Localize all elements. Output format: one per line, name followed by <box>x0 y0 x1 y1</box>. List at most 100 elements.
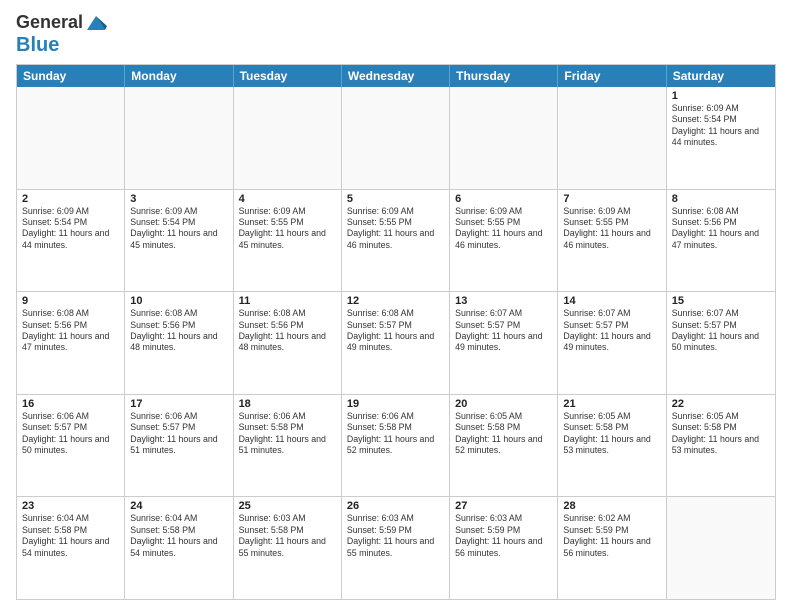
cell-info: Sunrise: 6:09 AMSunset: 5:54 PMDaylight:… <box>672 103 770 149</box>
day-number: 16 <box>22 398 119 410</box>
day-number: 27 <box>455 500 552 512</box>
header: General Blue <box>16 12 776 56</box>
cell-info: Sunrise: 6:05 AMSunset: 5:58 PMDaylight:… <box>563 411 660 457</box>
calendar-cell <box>234 87 342 189</box>
calendar-cell: 23Sunrise: 6:04 AMSunset: 5:58 PMDayligh… <box>17 497 125 599</box>
cell-info: Sunrise: 6:08 AMSunset: 5:57 PMDaylight:… <box>347 308 444 354</box>
calendar-cell: 10Sunrise: 6:08 AMSunset: 5:56 PMDayligh… <box>125 292 233 394</box>
calendar-row: 23Sunrise: 6:04 AMSunset: 5:58 PMDayligh… <box>17 496 775 599</box>
calendar-row: 1Sunrise: 6:09 AMSunset: 5:54 PMDaylight… <box>17 87 775 189</box>
calendar-cell <box>558 87 666 189</box>
day-number: 20 <box>455 398 552 410</box>
calendar-cell: 25Sunrise: 6:03 AMSunset: 5:58 PMDayligh… <box>234 497 342 599</box>
cell-info: Sunrise: 6:09 AMSunset: 5:55 PMDaylight:… <box>455 206 552 252</box>
day-number: 23 <box>22 500 119 512</box>
calendar-cell: 24Sunrise: 6:04 AMSunset: 5:58 PMDayligh… <box>125 497 233 599</box>
cell-info: Sunrise: 6:07 AMSunset: 5:57 PMDaylight:… <box>672 308 770 354</box>
cell-info: Sunrise: 6:07 AMSunset: 5:57 PMDaylight:… <box>563 308 660 354</box>
calendar-cell <box>342 87 450 189</box>
weekday-header: Monday <box>125 65 233 87</box>
cell-info: Sunrise: 6:09 AMSunset: 5:55 PMDaylight:… <box>347 206 444 252</box>
day-number: 1 <box>672 90 770 102</box>
day-number: 2 <box>22 193 119 205</box>
day-number: 15 <box>672 295 770 307</box>
calendar-header: SundayMondayTuesdayWednesdayThursdayFrid… <box>17 65 775 87</box>
cell-info: Sunrise: 6:05 AMSunset: 5:58 PMDaylight:… <box>455 411 552 457</box>
calendar-cell: 8Sunrise: 6:08 AMSunset: 5:56 PMDaylight… <box>667 190 775 292</box>
logo-icon <box>85 12 107 34</box>
calendar-row: 16Sunrise: 6:06 AMSunset: 5:57 PMDayligh… <box>17 394 775 497</box>
day-number: 11 <box>239 295 336 307</box>
calendar-cell: 16Sunrise: 6:06 AMSunset: 5:57 PMDayligh… <box>17 395 125 497</box>
calendar-body: 1Sunrise: 6:09 AMSunset: 5:54 PMDaylight… <box>17 87 775 599</box>
day-number: 13 <box>455 295 552 307</box>
weekday-header: Tuesday <box>234 65 342 87</box>
day-number: 18 <box>239 398 336 410</box>
calendar-row: 9Sunrise: 6:08 AMSunset: 5:56 PMDaylight… <box>17 291 775 394</box>
weekday-header: Friday <box>558 65 666 87</box>
day-number: 28 <box>563 500 660 512</box>
calendar-cell: 17Sunrise: 6:06 AMSunset: 5:57 PMDayligh… <box>125 395 233 497</box>
day-number: 17 <box>130 398 227 410</box>
weekday-header: Wednesday <box>342 65 450 87</box>
day-number: 3 <box>130 193 227 205</box>
day-number: 19 <box>347 398 444 410</box>
calendar-cell <box>17 87 125 189</box>
day-number: 7 <box>563 193 660 205</box>
day-number: 5 <box>347 193 444 205</box>
calendar-cell: 1Sunrise: 6:09 AMSunset: 5:54 PMDaylight… <box>667 87 775 189</box>
calendar-cell: 9Sunrise: 6:08 AMSunset: 5:56 PMDaylight… <box>17 292 125 394</box>
cell-info: Sunrise: 6:08 AMSunset: 5:56 PMDaylight:… <box>22 308 119 354</box>
weekday-header: Saturday <box>667 65 775 87</box>
calendar-cell: 19Sunrise: 6:06 AMSunset: 5:58 PMDayligh… <box>342 395 450 497</box>
day-number: 12 <box>347 295 444 307</box>
calendar-cell <box>125 87 233 189</box>
cell-info: Sunrise: 6:03 AMSunset: 5:59 PMDaylight:… <box>455 513 552 559</box>
cell-info: Sunrise: 6:06 AMSunset: 5:58 PMDaylight:… <box>239 411 336 457</box>
day-number: 10 <box>130 295 227 307</box>
calendar-cell: 7Sunrise: 6:09 AMSunset: 5:55 PMDaylight… <box>558 190 666 292</box>
logo: General Blue <box>16 12 107 56</box>
calendar-cell <box>667 497 775 599</box>
cell-info: Sunrise: 6:07 AMSunset: 5:57 PMDaylight:… <box>455 308 552 354</box>
cell-info: Sunrise: 6:06 AMSunset: 5:58 PMDaylight:… <box>347 411 444 457</box>
calendar-cell: 22Sunrise: 6:05 AMSunset: 5:58 PMDayligh… <box>667 395 775 497</box>
day-number: 9 <box>22 295 119 307</box>
calendar-row: 2Sunrise: 6:09 AMSunset: 5:54 PMDaylight… <box>17 189 775 292</box>
cell-info: Sunrise: 6:09 AMSunset: 5:55 PMDaylight:… <box>239 206 336 252</box>
calendar-cell: 11Sunrise: 6:08 AMSunset: 5:56 PMDayligh… <box>234 292 342 394</box>
calendar-cell: 14Sunrise: 6:07 AMSunset: 5:57 PMDayligh… <box>558 292 666 394</box>
cell-info: Sunrise: 6:04 AMSunset: 5:58 PMDaylight:… <box>130 513 227 559</box>
calendar-cell: 3Sunrise: 6:09 AMSunset: 5:54 PMDaylight… <box>125 190 233 292</box>
logo-text-blue: Blue <box>16 34 59 56</box>
calendar-cell: 5Sunrise: 6:09 AMSunset: 5:55 PMDaylight… <box>342 190 450 292</box>
cell-info: Sunrise: 6:04 AMSunset: 5:58 PMDaylight:… <box>22 513 119 559</box>
cell-info: Sunrise: 6:06 AMSunset: 5:57 PMDaylight:… <box>22 411 119 457</box>
cell-info: Sunrise: 6:08 AMSunset: 5:56 PMDaylight:… <box>672 206 770 252</box>
calendar-cell: 18Sunrise: 6:06 AMSunset: 5:58 PMDayligh… <box>234 395 342 497</box>
weekday-header: Sunday <box>17 65 125 87</box>
day-number: 8 <box>672 193 770 205</box>
day-number: 25 <box>239 500 336 512</box>
cell-info: Sunrise: 6:09 AMSunset: 5:54 PMDaylight:… <box>22 206 119 252</box>
calendar-cell <box>450 87 558 189</box>
cell-info: Sunrise: 6:02 AMSunset: 5:59 PMDaylight:… <box>563 513 660 559</box>
calendar-cell: 2Sunrise: 6:09 AMSunset: 5:54 PMDaylight… <box>17 190 125 292</box>
cell-info: Sunrise: 6:08 AMSunset: 5:56 PMDaylight:… <box>239 308 336 354</box>
cell-info: Sunrise: 6:03 AMSunset: 5:59 PMDaylight:… <box>347 513 444 559</box>
day-number: 4 <box>239 193 336 205</box>
logo-text-general: General <box>16 13 83 33</box>
day-number: 14 <box>563 295 660 307</box>
calendar-cell: 28Sunrise: 6:02 AMSunset: 5:59 PMDayligh… <box>558 497 666 599</box>
day-number: 22 <box>672 398 770 410</box>
calendar-cell: 13Sunrise: 6:07 AMSunset: 5:57 PMDayligh… <box>450 292 558 394</box>
calendar-cell: 12Sunrise: 6:08 AMSunset: 5:57 PMDayligh… <box>342 292 450 394</box>
calendar-cell: 6Sunrise: 6:09 AMSunset: 5:55 PMDaylight… <box>450 190 558 292</box>
day-number: 21 <box>563 398 660 410</box>
cell-info: Sunrise: 6:09 AMSunset: 5:54 PMDaylight:… <box>130 206 227 252</box>
cell-info: Sunrise: 6:03 AMSunset: 5:58 PMDaylight:… <box>239 513 336 559</box>
cell-info: Sunrise: 6:09 AMSunset: 5:55 PMDaylight:… <box>563 206 660 252</box>
calendar-cell: 21Sunrise: 6:05 AMSunset: 5:58 PMDayligh… <box>558 395 666 497</box>
cell-info: Sunrise: 6:06 AMSunset: 5:57 PMDaylight:… <box>130 411 227 457</box>
weekday-header: Thursday <box>450 65 558 87</box>
